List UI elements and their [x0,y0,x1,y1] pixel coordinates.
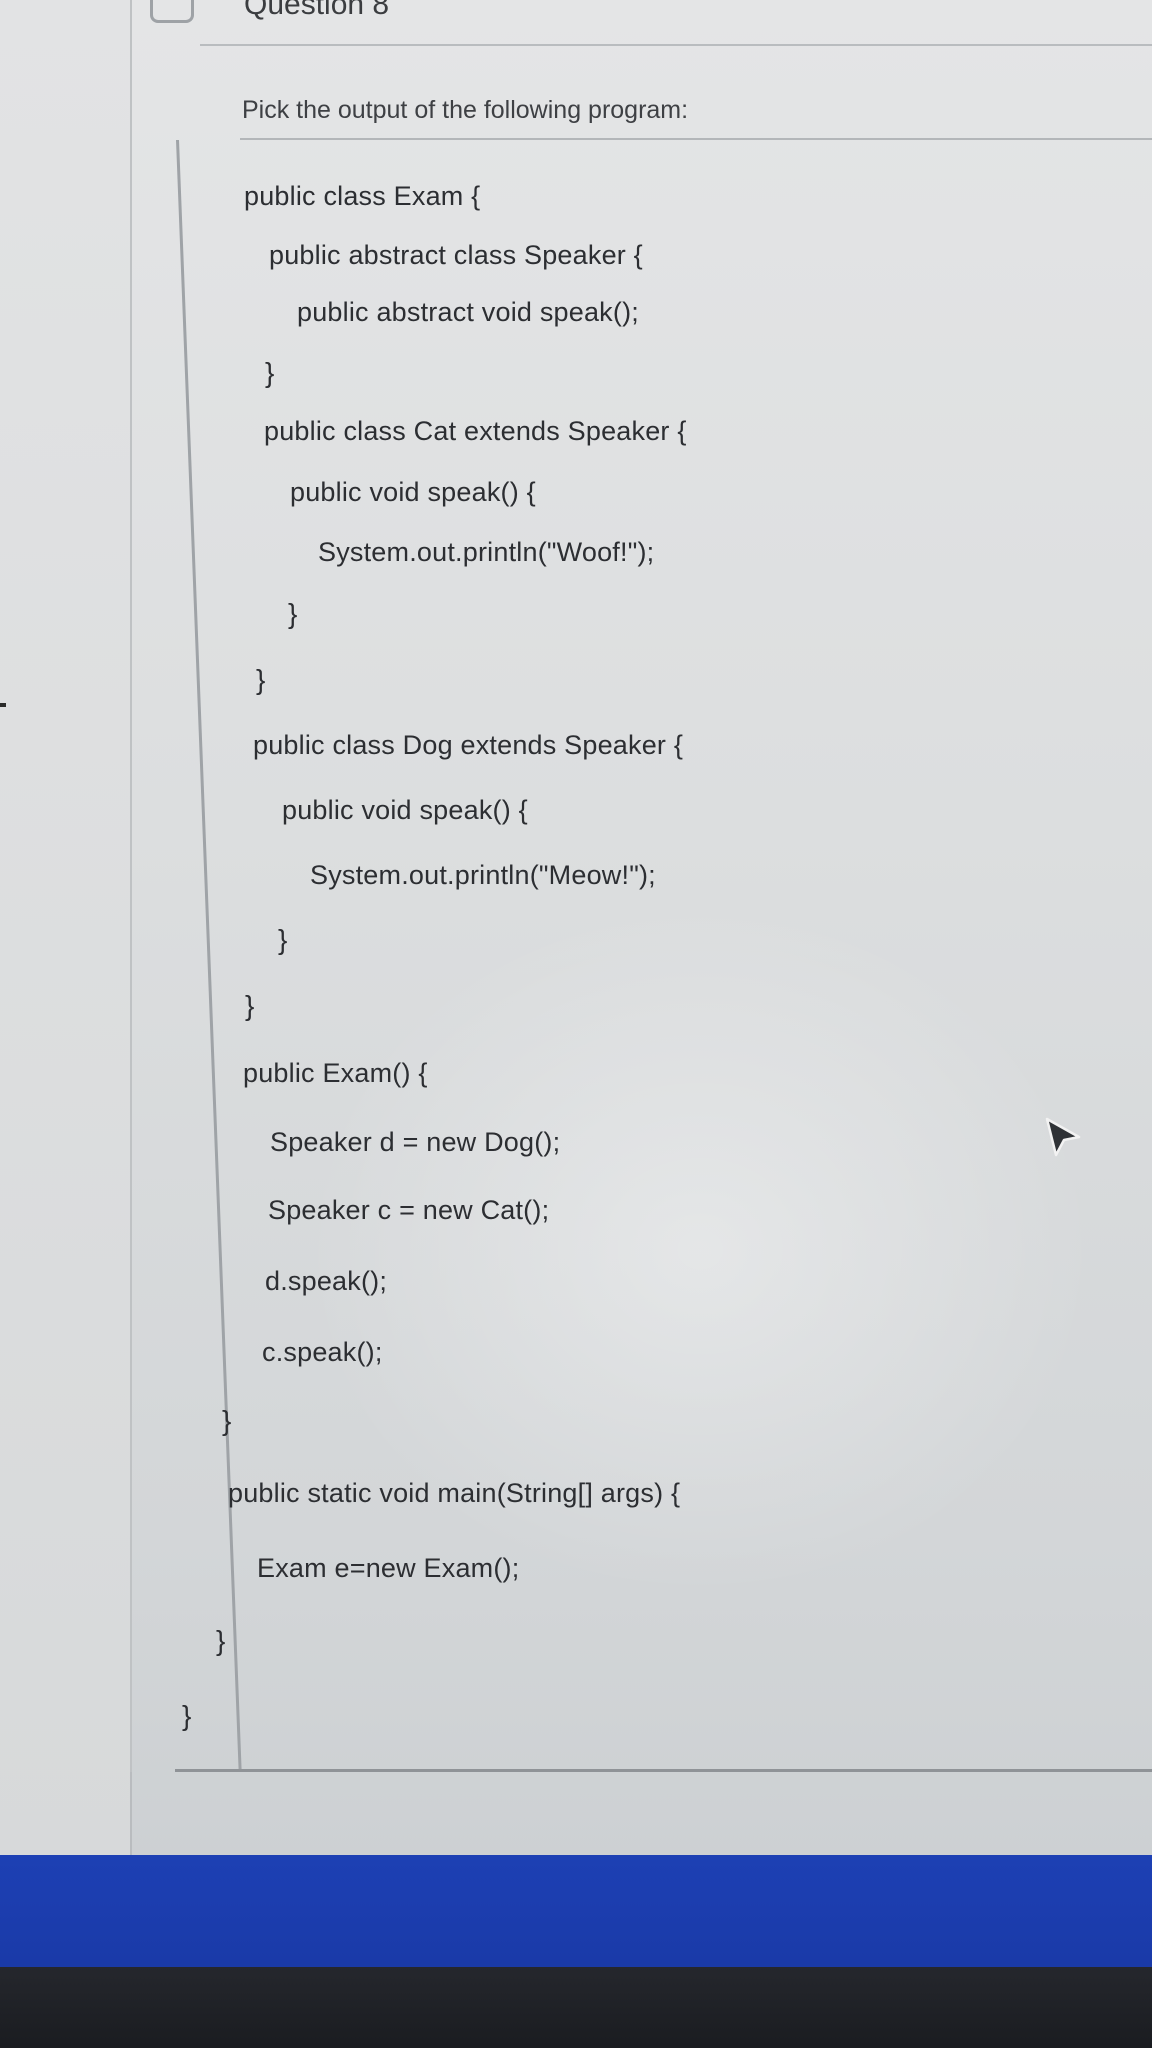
code-line: } [245,990,255,1021]
code-line: Speaker d = new Dog(); [270,1127,561,1157]
question-prompt: Pick the output of the following program… [242,96,689,124]
code-line: } [265,357,275,388]
code-line: public abstract class Speaker { [269,240,643,270]
code-line: c.speak(); [262,1337,383,1367]
code-line: System.out.println("Woof!"); [318,537,655,567]
code-line: } [278,924,288,955]
code-line: } [216,1625,226,1656]
monitor-bezel [0,1967,1152,2048]
screen: Question 8 Pick the output of the follow… [0,0,1152,2048]
code-line: d.speak(); [265,1266,388,1296]
question-flag-icon[interactable] [150,0,194,23]
header-divider [200,44,1152,46]
code-line: Speaker c = new Cat(); [268,1195,550,1225]
outer-frame-left [130,1772,132,1855]
code-line: } [182,1700,192,1731]
code-line: public void speak() { [290,477,536,507]
edge-mark [0,703,6,707]
code-line: } [256,664,266,695]
code-line: public class Exam { [244,181,481,211]
code-line: } [222,1405,232,1436]
code-line: public static void main(String[] args) { [228,1478,681,1508]
code-line: public void speak() { [282,795,528,825]
code-frame-top [240,138,1152,140]
code-line: Exam e=new Exam(); [257,1553,520,1583]
code-line: public Exam() { [243,1058,428,1088]
code-frame-left [176,140,242,1770]
code-line: public class Cat extends Speaker { [264,416,687,446]
mouse-pointer-icon [1045,1117,1081,1157]
gutter-divider [130,0,132,1855]
code-line: System.out.println("Meow!"); [310,860,656,890]
question-title: Question 8 [244,0,390,21]
taskbar [0,1855,1152,1967]
code-frame-bottom [175,1769,1152,1772]
code-line: public abstract void speak(); [297,297,639,327]
code-line: } [288,598,298,629]
left-gutter [0,0,130,1855]
code-line: public class Dog extends Speaker { [253,730,684,760]
